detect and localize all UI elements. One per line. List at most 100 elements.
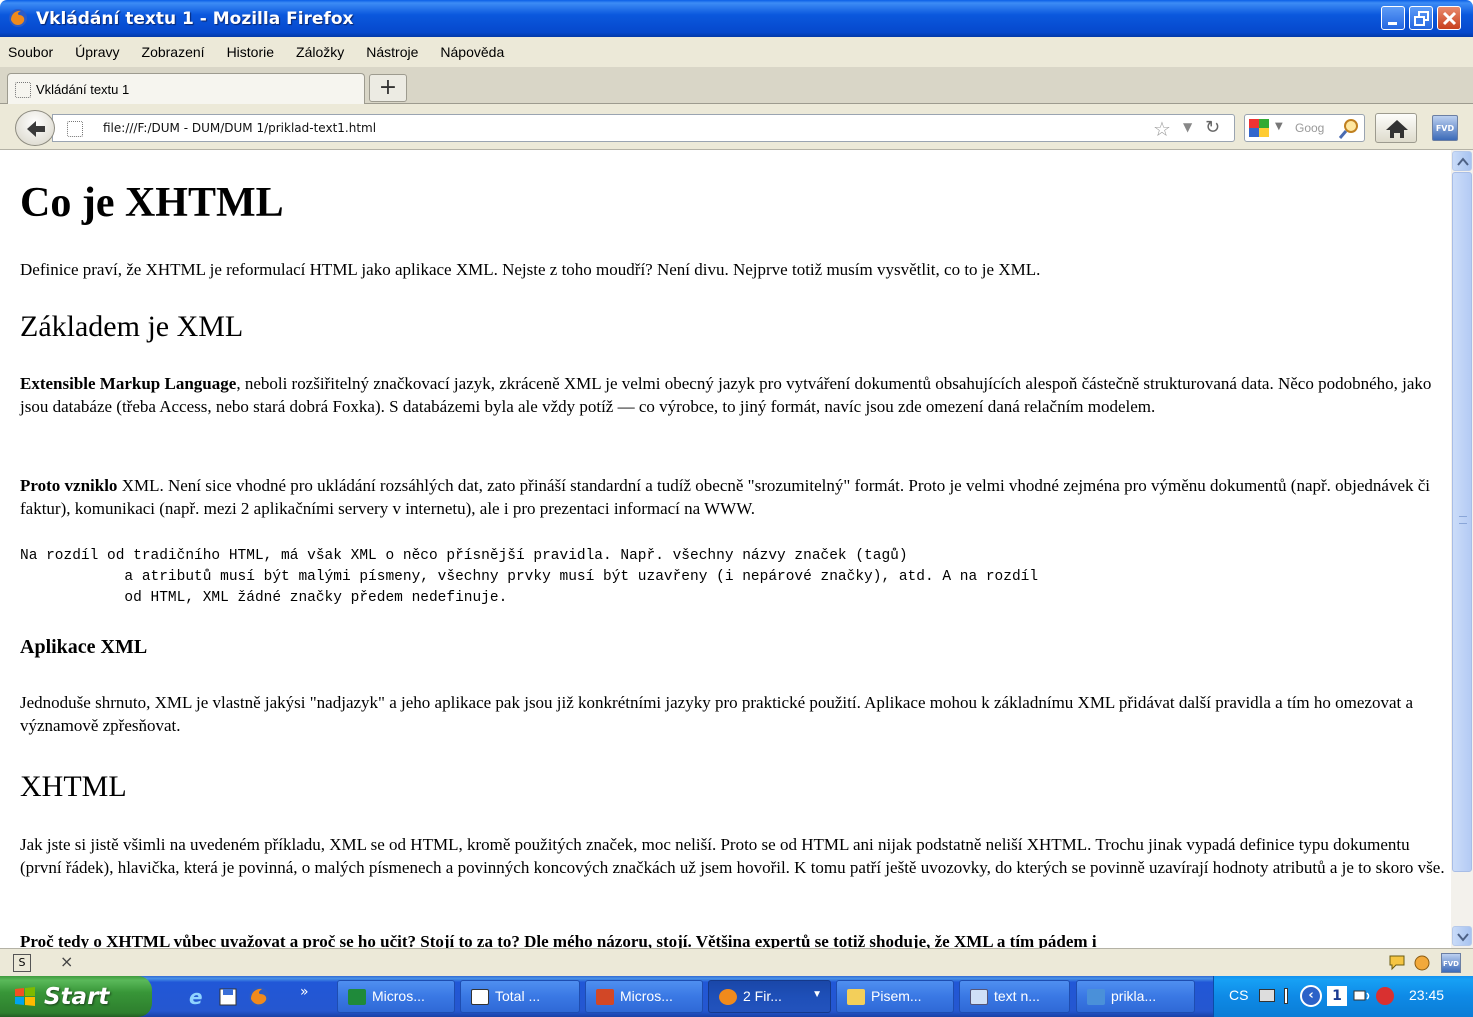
menu-nastroje[interactable]: Nástroje xyxy=(366,44,418,60)
search-box[interactable]: ▼ Goog xyxy=(1244,114,1365,142)
menu-upravy[interactable]: Úpravy xyxy=(75,44,119,60)
addon-s-icon[interactable]: S xyxy=(13,954,31,972)
paragraph-proc: Proč tedy o XHTML vůbec uvažovat a proč … xyxy=(20,932,1097,948)
section-heading-xhtml: XHTML xyxy=(20,770,127,803)
window-title-bar[interactable]: Vkládání textu 1 - Mozilla Firefox xyxy=(0,0,1473,37)
menu-napoveda[interactable]: Nápověda xyxy=(440,44,504,60)
scroll-thumb[interactable] xyxy=(1452,172,1472,872)
addon-cat-icon[interactable] xyxy=(1413,953,1431,971)
taskbar-button-label: Micros... xyxy=(372,988,425,1004)
menu-zalozky[interactable]: Záložky xyxy=(296,44,344,60)
back-button[interactable] xyxy=(15,110,55,146)
quicklaunch-overflow-icon[interactable]: » xyxy=(300,984,309,1000)
internet-explorer-icon[interactable]: e xyxy=(186,986,208,1008)
tab-label: Vkládání textu 1 xyxy=(36,82,130,97)
fvd-addon-icon[interactable]: FVD xyxy=(1441,953,1461,973)
site-identity-icon[interactable] xyxy=(67,121,83,137)
back-arrow-icon xyxy=(27,121,45,137)
section-heading-xml: Základem je XML xyxy=(20,310,244,343)
addon-bar-close-button[interactable]: × xyxy=(60,952,73,971)
menu-zobrazeni[interactable]: Zobrazení xyxy=(142,44,205,60)
taskbar-button-label: prikla... xyxy=(1111,988,1157,1004)
keyboard-icon[interactable] xyxy=(1259,989,1275,1002)
system-tray: CS ‹ 1 23:45 xyxy=(1213,976,1473,1017)
excel-icon xyxy=(348,989,366,1005)
restore-button[interactable] xyxy=(1409,6,1433,30)
page-content: Co je XHTML Definice praví, že XHTML je … xyxy=(0,150,1451,948)
search-placeholder: Goog xyxy=(1295,121,1325,135)
taskbar-button-notepad[interactable]: text n... xyxy=(959,980,1070,1013)
taskbar-button-label: Total ... xyxy=(495,988,541,1004)
taskbar-button-file[interactable]: prikla... xyxy=(1076,980,1195,1013)
home-button[interactable] xyxy=(1375,113,1417,143)
firefox-task-icon xyxy=(719,989,737,1005)
addon-bar: S × FVD xyxy=(0,948,1473,976)
close-button[interactable] xyxy=(1437,6,1461,30)
paragraph-proto-bold: Proto vzniklo xyxy=(20,476,118,495)
paragraph-proto-text: XML. Není sice vhodné pro ukládání rozsá… xyxy=(20,476,1431,518)
menu-soubor[interactable]: Soubor xyxy=(8,44,53,60)
chat-bubble-icon[interactable] xyxy=(1388,953,1406,971)
scroll-down-button[interactable] xyxy=(1452,926,1472,946)
taskbar-button-total-commander[interactable]: Total ... xyxy=(460,980,580,1013)
taskbar-button-firefox-group[interactable]: 2 Fir... ▼ xyxy=(708,980,831,1013)
tab-active[interactable]: Vkládání textu 1 xyxy=(7,73,365,104)
taskbar-button-label: 2 Fir... xyxy=(743,988,782,1004)
page-icon xyxy=(15,82,31,98)
bookmark-star-icon[interactable]: ☆ xyxy=(1153,117,1171,141)
preformatted-text: Na rozdíl od tradičního HTML, má však XM… xyxy=(20,548,1039,606)
vertical-scrollbar[interactable] xyxy=(1451,150,1473,948)
window-title: Vkládání textu 1 - Mozilla Firefox xyxy=(36,9,354,29)
url-dropdown-icon[interactable]: ▼ xyxy=(1183,120,1192,134)
clock: 23:45 xyxy=(1409,987,1445,1003)
tray-number-icon[interactable]: 1 xyxy=(1327,986,1347,1006)
menu-historie[interactable]: Historie xyxy=(227,44,274,60)
powerpoint-icon xyxy=(596,989,614,1005)
taskbar-button-label: Micros... xyxy=(620,988,673,1004)
page-title: Co je XHTML xyxy=(20,180,284,226)
menu-bar: Soubor Úpravy Zobrazení Historie Záložky… xyxy=(0,37,1473,67)
taskbar-button-excel[interactable]: Micros... xyxy=(337,980,455,1013)
close-icon xyxy=(1442,11,1457,26)
floppy-icon xyxy=(471,989,489,1005)
paragraph-extensible: Extensible Markup Language, neboli rozši… xyxy=(20,372,1445,418)
reload-icon[interactable]: ↻ xyxy=(1205,117,1220,138)
start-button[interactable]: Start xyxy=(0,976,152,1017)
minimize-button[interactable] xyxy=(1381,6,1405,30)
notepad-icon xyxy=(970,989,988,1005)
language-indicator[interactable]: CS xyxy=(1229,987,1248,1003)
search-icon[interactable] xyxy=(1338,118,1360,140)
home-icon xyxy=(1386,120,1408,138)
taskbar-button-label: Pisem... xyxy=(871,988,922,1004)
windows-flag-icon xyxy=(15,987,35,1006)
paragraph-aplikace: Jednoduše shrnuto, XML je vlastně jakýsi… xyxy=(20,693,1414,735)
file-icon xyxy=(1087,989,1105,1005)
firefox-quicklaunch-icon[interactable] xyxy=(248,986,270,1008)
restore-icon xyxy=(1414,11,1429,26)
google-engine-icon xyxy=(1249,119,1269,137)
tray-bar-icon[interactable] xyxy=(1284,988,1288,1004)
svg-text:e: e xyxy=(189,986,203,1008)
intro-paragraph: Definice praví, že XHTML je reformulací … xyxy=(20,260,1041,279)
folder-icon xyxy=(847,989,865,1005)
fvd-downloader-icon[interactable]: FVD xyxy=(1432,115,1458,141)
tray-chevron-icon[interactable]: ‹ xyxy=(1300,985,1322,1007)
engine-dropdown-icon[interactable]: ▼ xyxy=(1275,121,1283,132)
navigation-bar: file:///F:/DUM - DUM/DUM 1/priklad-text1… xyxy=(0,104,1473,150)
taskbar-button-powerpoint[interactable]: Micros... xyxy=(585,980,703,1013)
save-disk-icon[interactable] xyxy=(217,986,239,1008)
tab-strip: Vkládání textu 1 + xyxy=(0,67,1473,104)
paragraph-proto: Proto vzniklo XML. Není sice vhodné pro … xyxy=(20,474,1445,520)
taskbar: Start e » Micros... Total ... Micros... … xyxy=(0,976,1473,1017)
url-text: file:///F:/DUM - DUM/DUM 1/priklad-text1… xyxy=(103,121,377,135)
new-tab-button[interactable]: + xyxy=(369,74,407,102)
paragraph-xhtml: Jak jste si jistě všimli na uvedeném pří… xyxy=(20,835,1445,877)
taskbar-button-label: text n... xyxy=(994,988,1040,1004)
security-alert-icon[interactable] xyxy=(1376,987,1394,1005)
section-heading-aplikace: Aplikace XML xyxy=(20,636,148,658)
taskbar-button-folder[interactable]: Pisem... xyxy=(836,980,954,1013)
url-bar[interactable]: file:///F:/DUM - DUM/DUM 1/priklad-text1… xyxy=(52,114,1235,142)
network-icon[interactable] xyxy=(1353,987,1373,1005)
scroll-up-button[interactable] xyxy=(1452,151,1472,171)
start-label: Start xyxy=(44,984,110,1010)
